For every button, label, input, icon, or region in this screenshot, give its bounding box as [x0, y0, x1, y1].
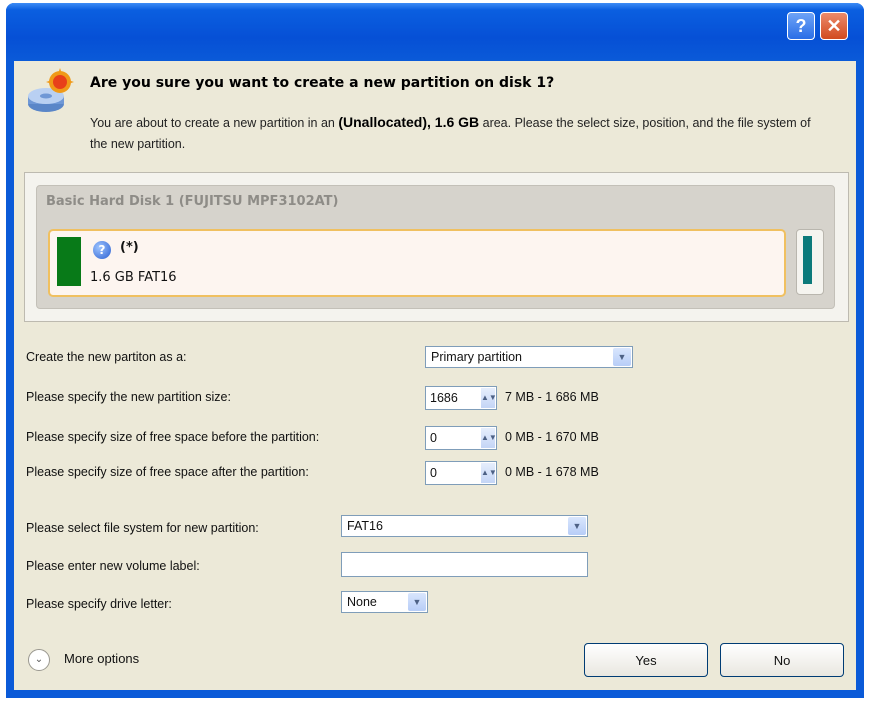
size-label: Please specify the new partition size: — [26, 390, 231, 404]
volume-label-input[interactable] — [341, 552, 588, 577]
before-value: 0 — [430, 431, 437, 445]
free-space-color-bar — [803, 236, 812, 284]
size-range: 7 MB - 1 686 MB — [505, 390, 599, 404]
before-range: 0 MB - 1 670 MB — [505, 430, 599, 444]
dialog-body — [14, 61, 856, 690]
help-icon: ? — [795, 16, 807, 36]
before-stepper[interactable]: 0 ▲▼ — [425, 426, 497, 450]
partition-type-select[interactable]: Primary partition ▼ — [425, 346, 633, 368]
chevron-down-icon[interactable]: ▼ — [613, 348, 631, 366]
no-button[interactable]: No — [720, 643, 844, 677]
description-area: (Unallocated), 1.6 GB — [338, 114, 480, 130]
spin-icon[interactable]: ▲▼ — [481, 463, 497, 483]
partition-size-fs: 1.6 GB FAT16 — [90, 270, 177, 285]
after-stepper[interactable]: 0 ▲▼ — [425, 461, 497, 485]
partition-label: (*) — [120, 240, 139, 255]
spin-icon[interactable]: ▲▼ — [481, 428, 497, 448]
after-value: 0 — [430, 466, 437, 480]
create-as-label: Create the new partiton as a: — [26, 350, 187, 364]
file-system-label: Please select file system for new partit… — [26, 521, 259, 535]
chevron-down-icon[interactable]: ▼ — [408, 593, 426, 611]
size-stepper[interactable]: 1686 ▲▼ — [425, 386, 497, 410]
after-label: Please specify size of free space after … — [26, 465, 309, 479]
drive-letter-value: None — [347, 595, 377, 609]
before-label: Please specify size of free space before… — [26, 430, 320, 444]
description-text-1: You are about to create a new partition … — [90, 116, 339, 130]
question-icon: ? — [93, 241, 111, 259]
after-range: 0 MB - 1 678 MB — [505, 465, 599, 479]
close-button[interactable]: ✕ — [820, 12, 848, 40]
drive-letter-select[interactable]: None ▼ — [341, 591, 428, 613]
spin-icon[interactable]: ▲▼ — [481, 388, 497, 408]
chevron-down-icon[interactable]: ▼ — [568, 517, 586, 535]
title-bar — [6, 3, 864, 61]
close-icon: ✕ — [826, 16, 842, 36]
volume-label-label: Please enter new volume label: — [26, 559, 200, 573]
more-options-link[interactable]: More options — [64, 651, 139, 666]
help-button[interactable]: ? — [787, 12, 815, 40]
partition-color-bar — [57, 237, 81, 286]
disk-add-icon — [28, 68, 74, 112]
dialog-title: Are you sure you want to create a new pa… — [90, 75, 555, 91]
partition-type-value: Primary partition — [431, 350, 522, 364]
dialog-description: You are about to create a new partition … — [90, 112, 830, 155]
drive-letter-label: Please specify drive letter: — [26, 597, 172, 611]
file-system-value: FAT16 — [347, 519, 383, 533]
new-partition-block[interactable] — [48, 229, 786, 297]
size-value: 1686 — [430, 391, 458, 405]
expand-icon[interactable]: ⌄ — [28, 649, 50, 671]
yes-button[interactable]: Yes — [584, 643, 708, 677]
disk-name: Basic Hard Disk 1 (FUJITSU MPF3102AT) — [46, 194, 339, 209]
file-system-select[interactable]: FAT16 ▼ — [341, 515, 588, 537]
